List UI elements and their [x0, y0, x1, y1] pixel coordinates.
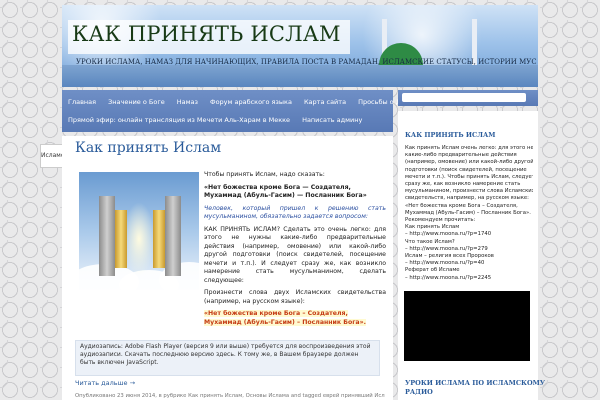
page-wrapper: КАК ПРИНЯТЬ ИСЛАМ УРОКИ ИСЛАМА, НАМАЗ ДЛ…	[40, 5, 545, 400]
widget-line: свидетельств, например, на русском языке…	[405, 195, 529, 202]
nav-live-broadcast[interactable]: Прямой эфир: онлайн трансляция из Мечети…	[62, 112, 296, 128]
widget-line: Как принять Ислам очень легко: для этого…	[405, 145, 533, 151]
sidebar: КАК ПРИНЯТЬ ИСЛАМ Как принять Ислам очен…	[398, 111, 545, 400]
share-tab[interactable]: Исламс	[40, 144, 64, 168]
nav-row-primary: Главная Значение о Боге Намаз Форум араб…	[62, 94, 415, 110]
left-pillar	[99, 196, 115, 276]
sidebar-search-bar	[398, 90, 538, 106]
highlight-line-2: Мухаммад (Абуль-Гасим) – Посланник Бога»…	[204, 318, 366, 326]
widget-link[interactable]: – http://www.moona.ru/?p=1740	[405, 231, 533, 238]
widget-line: «Нет божества кроме Бога – Создателя,	[405, 202, 518, 209]
widget-line: (например, омовение) или какой-либо друг…	[405, 159, 533, 166]
post-paragraph-2: Произнести слова двух Исламских свидетел…	[204, 289, 386, 305]
video-player[interactable]	[404, 291, 530, 361]
main-navigation: Главная Значение о Боге Намаз Форум араб…	[62, 90, 409, 132]
post-title[interactable]: Как принять Ислам	[75, 140, 221, 156]
post-text: Чтобы принять Ислам, надо сказать: «Нет …	[204, 171, 386, 331]
widget-line: сразу же, как возникло намерение стать	[405, 181, 521, 188]
widget-line: какие-либо предварительные действия	[405, 152, 517, 159]
italic-note: Человек, который пришел к решению стать …	[204, 204, 386, 221]
right-gate	[153, 210, 165, 268]
post-intro: Чтобы принять Ислам, надо сказать:	[204, 171, 325, 178]
main-content: Как принять Ислам Чтобы принять Ислам, н…	[62, 136, 393, 400]
light-glow	[123, 202, 155, 276]
widget-link[interactable]: Ислам – религия всех Пророков	[405, 253, 533, 260]
heaven-gate-image	[79, 172, 199, 290]
widget-line: подготовки (поиск свидетелей, посещение	[405, 166, 527, 173]
widget-line: Мухаммад (Абуль-Гасим) – Посланник Бога»…	[405, 209, 531, 216]
site-header: КАК ПРИНЯТЬ ИСЛАМ УРОКИ ИСЛАМА, НАМАЗ ДЛ…	[62, 5, 538, 87]
site-title[interactable]: КАК ПРИНЯТЬ ИСЛАМ	[72, 22, 341, 46]
nav-about-god[interactable]: Значение о Боге	[102, 94, 171, 110]
site-tagline: УРОКИ ИСЛАМА, НАМАЗ ДЛЯ НАЧИНАЮЩИХ, ПРАВ…	[76, 58, 536, 66]
nav-write-admin[interactable]: Написать админу	[296, 112, 368, 128]
audio-player-notice: Аудиозапись: Adobe Flash Player (версия …	[75, 340, 380, 376]
post-paragraph-1: КАК ПРИНЯТЬ ИСЛАМ? Сделать это очень лег…	[204, 225, 386, 284]
cityscape-graphic	[62, 65, 538, 87]
nav-namaz[interactable]: Намаз	[171, 94, 204, 110]
widget-title-radio: УРОКИ ИСЛАМА ПО ИСЛАМСКОМУ	[405, 379, 546, 387]
widget-title-radio-line2: РАДИО	[405, 388, 433, 396]
left-gate	[115, 210, 127, 268]
shahada-line-1: «Нет божества кроме Бога — Создателя,	[204, 183, 351, 191]
nav-home[interactable]: Главная	[62, 94, 102, 110]
read-more-link[interactable]: Читать дальше →	[75, 379, 135, 387]
shahada-line-2: Мухаммад (Абуль-Гасим) — Посланник Бога»	[204, 192, 367, 199]
widget-body-how-to-accept: Как принять Ислам очень легко: для этого…	[405, 145, 533, 282]
search-input[interactable]	[402, 93, 526, 102]
widget-link[interactable]: – http://www.moona.ru/?p=40	[405, 260, 533, 267]
widget-link[interactable]: – http://www.moona.ru/?p=2245	[405, 275, 533, 282]
widget-line: мечети и т.п.). Чтобы принять Ислам, сле…	[405, 173, 533, 180]
widget-link[interactable]: Реферат об Исламе	[405, 267, 533, 274]
widget-link[interactable]: Как принять Ислам	[405, 224, 533, 231]
highlight-line-1: «Нет божества кроме Бога – Создателя,	[204, 310, 348, 317]
nav-sitemap[interactable]: Карта сайта	[298, 94, 352, 110]
widget-title-how-to-accept: КАК ПРИНЯТЬ ИСЛАМ	[405, 131, 496, 139]
nav-arabic-forum[interactable]: Форум арабского языка	[204, 94, 298, 110]
widget-line: мусульманином, произнести слова Исламски…	[405, 188, 533, 195]
widget-link[interactable]: Что такое Ислам?	[405, 239, 533, 246]
post-meta: Опубликовано 23 июня 2014, в рубрике Как…	[75, 393, 385, 399]
right-pillar	[165, 196, 181, 276]
widget-line: Рекомендуем прочитать:	[405, 217, 476, 224]
nav-row-secondary: Прямой эфир: онлайн трансляция из Мечети…	[62, 112, 368, 128]
widget-link[interactable]: – http://www.moona.ru/?p=279	[405, 246, 533, 253]
